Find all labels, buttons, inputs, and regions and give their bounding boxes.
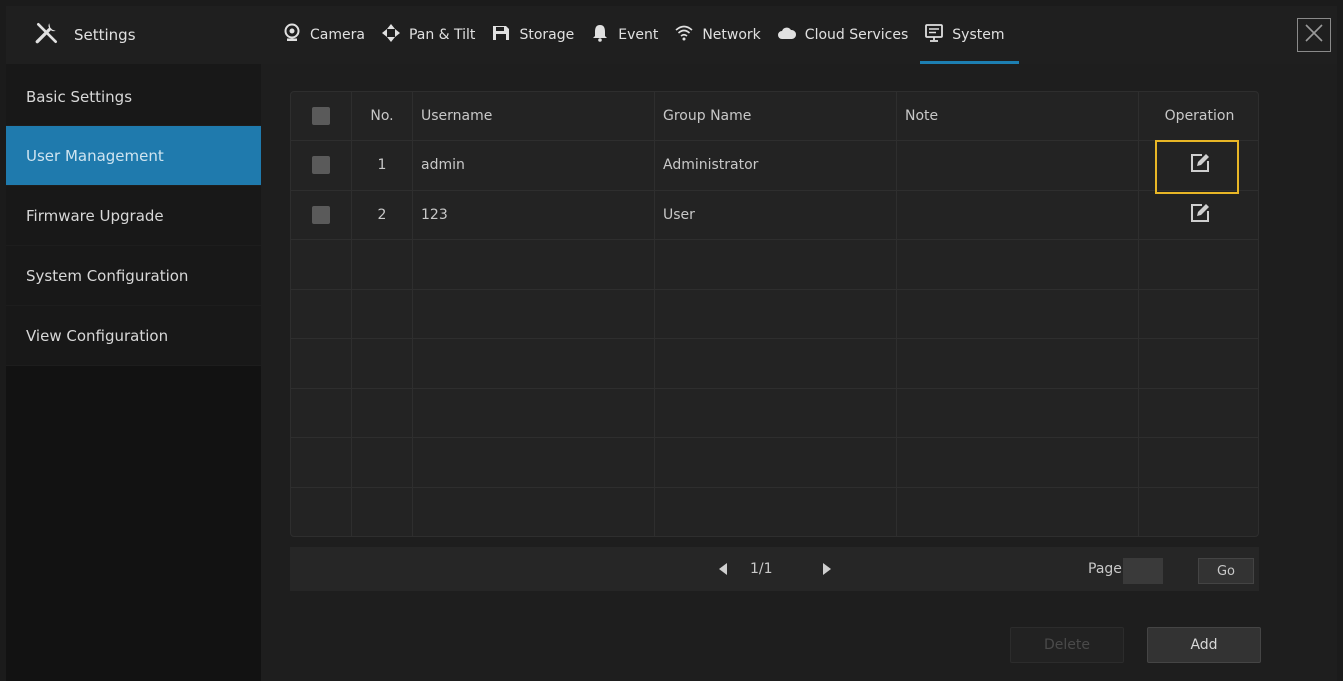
empty-table-row: [291, 487, 1258, 536]
row-checkbox[interactable]: [312, 205, 330, 224]
cloud-icon: [777, 23, 797, 47]
row-no: 1: [352, 141, 413, 190]
table-header-row: No. Username Group Name Note Operation: [291, 92, 1258, 141]
add-button[interactable]: Add: [1147, 627, 1261, 663]
page-indicator: 1/1: [750, 561, 773, 577]
camera-icon: [282, 23, 302, 47]
select-all-checkbox[interactable]: [312, 107, 330, 125]
row-group-name: Administrator: [655, 141, 897, 190]
sidebar-item-basic-settings[interactable]: Basic Settings: [6, 64, 261, 126]
tab-system-label: System: [952, 27, 1005, 43]
select-all-cell: [291, 92, 352, 140]
close-icon: [1303, 22, 1325, 48]
tools-icon: [34, 20, 60, 50]
settings-brand: Settings: [34, 6, 136, 64]
sidebar: Basic Settings User Management Firmware …: [6, 64, 261, 681]
row-checkbox-cell: [291, 141, 352, 190]
row-username: 123: [413, 190, 655, 239]
sidebar-item-system-configuration[interactable]: System Configuration: [6, 246, 261, 306]
tab-storage[interactable]: Storage: [483, 6, 582, 64]
tab-system[interactable]: System: [916, 6, 1019, 64]
delete-button[interactable]: Delete: [1010, 627, 1124, 663]
empty-table-row: [291, 240, 1258, 290]
column-header-operation: Operation: [1164, 108, 1235, 124]
row-username: admin: [413, 141, 655, 190]
close-button[interactable]: [1297, 18, 1331, 52]
wifi-icon: [674, 23, 694, 47]
empty-table-row: [291, 289, 1258, 339]
user-table: No. Username Group Name Note Operation 1…: [290, 91, 1259, 537]
empty-table-row: [291, 388, 1258, 438]
empty-table-row: [291, 438, 1258, 488]
tab-network[interactable]: Network: [666, 6, 768, 64]
empty-table-row: [291, 339, 1258, 389]
column-header-note: Note: [897, 92, 1139, 140]
row-operation: [1139, 191, 1258, 240]
tab-cloud-services-label: Cloud Services: [804, 27, 909, 43]
next-page-icon[interactable]: [820, 561, 834, 575]
row-note: [897, 141, 1139, 190]
tab-network-label: Network: [702, 27, 761, 43]
bell-icon: [590, 23, 610, 47]
sidebar-item-firmware-upgrade[interactable]: Firmware Upgrade: [6, 186, 261, 246]
tab-event-label: Event: [618, 27, 659, 43]
tab-pan-tilt[interactable]: Pan & Tilt: [373, 6, 483, 64]
top-tabs: Camera Pan & Tilt Storage Event Network …: [274, 6, 1019, 64]
sidebar-item-user-management[interactable]: User Management: [6, 126, 261, 186]
tab-camera[interactable]: Camera: [274, 6, 373, 64]
edit-highlight-box: [1155, 140, 1239, 194]
tab-camera-label: Camera: [310, 27, 365, 43]
row-checkbox-cell: [291, 190, 352, 239]
pan-tilt-icon: [381, 23, 401, 47]
row-checkbox[interactable]: [312, 156, 330, 175]
page-label: Page: [1088, 561, 1122, 577]
sidebar-item-view-configuration[interactable]: View Configuration: [6, 306, 261, 366]
table-row: 1 admin Administrator: [291, 141, 1258, 191]
tab-cloud-services[interactable]: Cloud Services: [769, 6, 916, 64]
tab-event[interactable]: Event: [582, 6, 666, 64]
top-bar: Settings Camera Pan & Tilt Storage Event…: [6, 6, 1337, 64]
row-group-name: User: [655, 190, 897, 239]
page-number-input[interactable]: [1123, 558, 1163, 584]
storage-icon: [491, 23, 511, 47]
go-button[interactable]: Go: [1198, 558, 1254, 584]
brand-label: Settings: [74, 26, 136, 44]
edit-icon[interactable]: [1189, 202, 1211, 228]
tab-pan-tilt-label: Pan & Tilt: [408, 27, 476, 43]
column-header-no: No.: [352, 92, 413, 140]
row-no: 2: [352, 190, 413, 239]
pagination-bar: 1/1 Page Go: [290, 547, 1259, 591]
monitor-icon: [924, 23, 944, 47]
row-note: [897, 190, 1139, 239]
tab-storage-label: Storage: [519, 27, 575, 43]
table-row: 2 123 User: [291, 190, 1258, 240]
column-header-username: Username: [413, 92, 655, 140]
column-header-group-name: Group Name: [655, 92, 897, 140]
prev-page-icon[interactable]: [716, 561, 730, 575]
